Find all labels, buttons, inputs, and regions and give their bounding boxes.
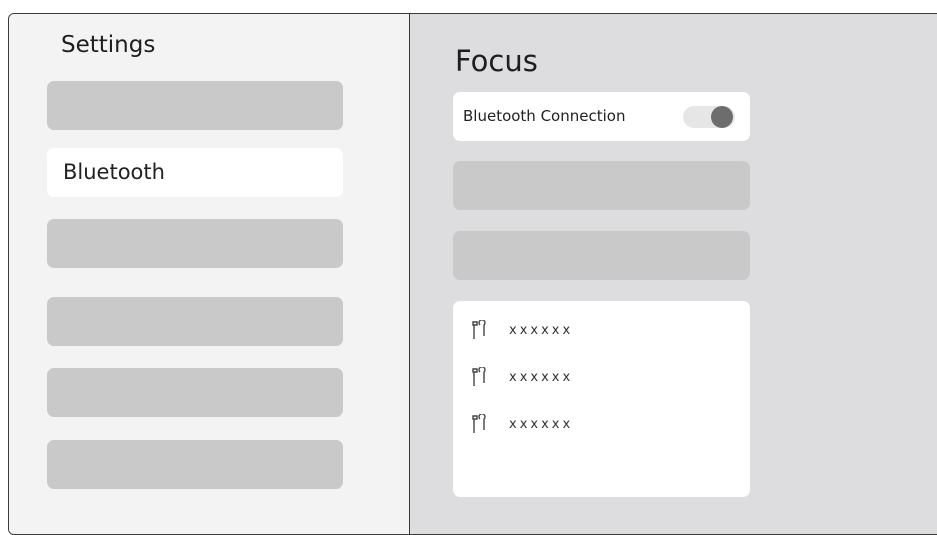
sidebar-item-bluetooth[interactable]: Bluetooth — [47, 148, 343, 197]
sidebar: Settings Bluetooth — [9, 14, 410, 534]
device-name: xxxxxx — [509, 369, 574, 385]
sidebar-item-label: Bluetooth — [63, 160, 165, 184]
bluetooth-toggle[interactable] — [683, 106, 735, 128]
list-item[interactable]: xxxxxx — [471, 413, 573, 435]
list-item[interactable]: xxxxxx — [471, 319, 573, 341]
device-name: xxxxxx — [509, 416, 574, 432]
sidebar-item-5[interactable] — [47, 368, 343, 417]
settings-window: Settings Bluetooth Focus Bluetooth Conne… — [8, 13, 937, 535]
sidebar-item-3[interactable] — [47, 219, 343, 268]
device-list: xxxxxx xxxxxx xxxxxx — [453, 301, 750, 497]
page-title: Focus — [455, 44, 538, 78]
toggle-knob — [711, 106, 733, 128]
sidebar-item-1[interactable] — [47, 81, 343, 130]
main-panel: Focus Bluetooth Connection xxxxxx xxxxxx — [410, 14, 937, 534]
earbuds-icon — [472, 367, 486, 386]
earbuds-icon — [472, 414, 486, 433]
sidebar-item-4[interactable] — [47, 297, 343, 346]
earbuds-icon — [472, 320, 486, 339]
bluetooth-connection-row: Bluetooth Connection — [453, 92, 750, 141]
settings-row-placeholder-2[interactable] — [453, 231, 750, 280]
sidebar-title: Settings — [61, 32, 156, 58]
device-name: xxxxxx — [509, 322, 574, 338]
settings-row-placeholder-1[interactable] — [453, 161, 750, 210]
list-item[interactable]: xxxxxx — [471, 366, 573, 388]
sidebar-item-6[interactable] — [47, 440, 343, 489]
bluetooth-connection-label: Bluetooth Connection — [463, 107, 626, 125]
